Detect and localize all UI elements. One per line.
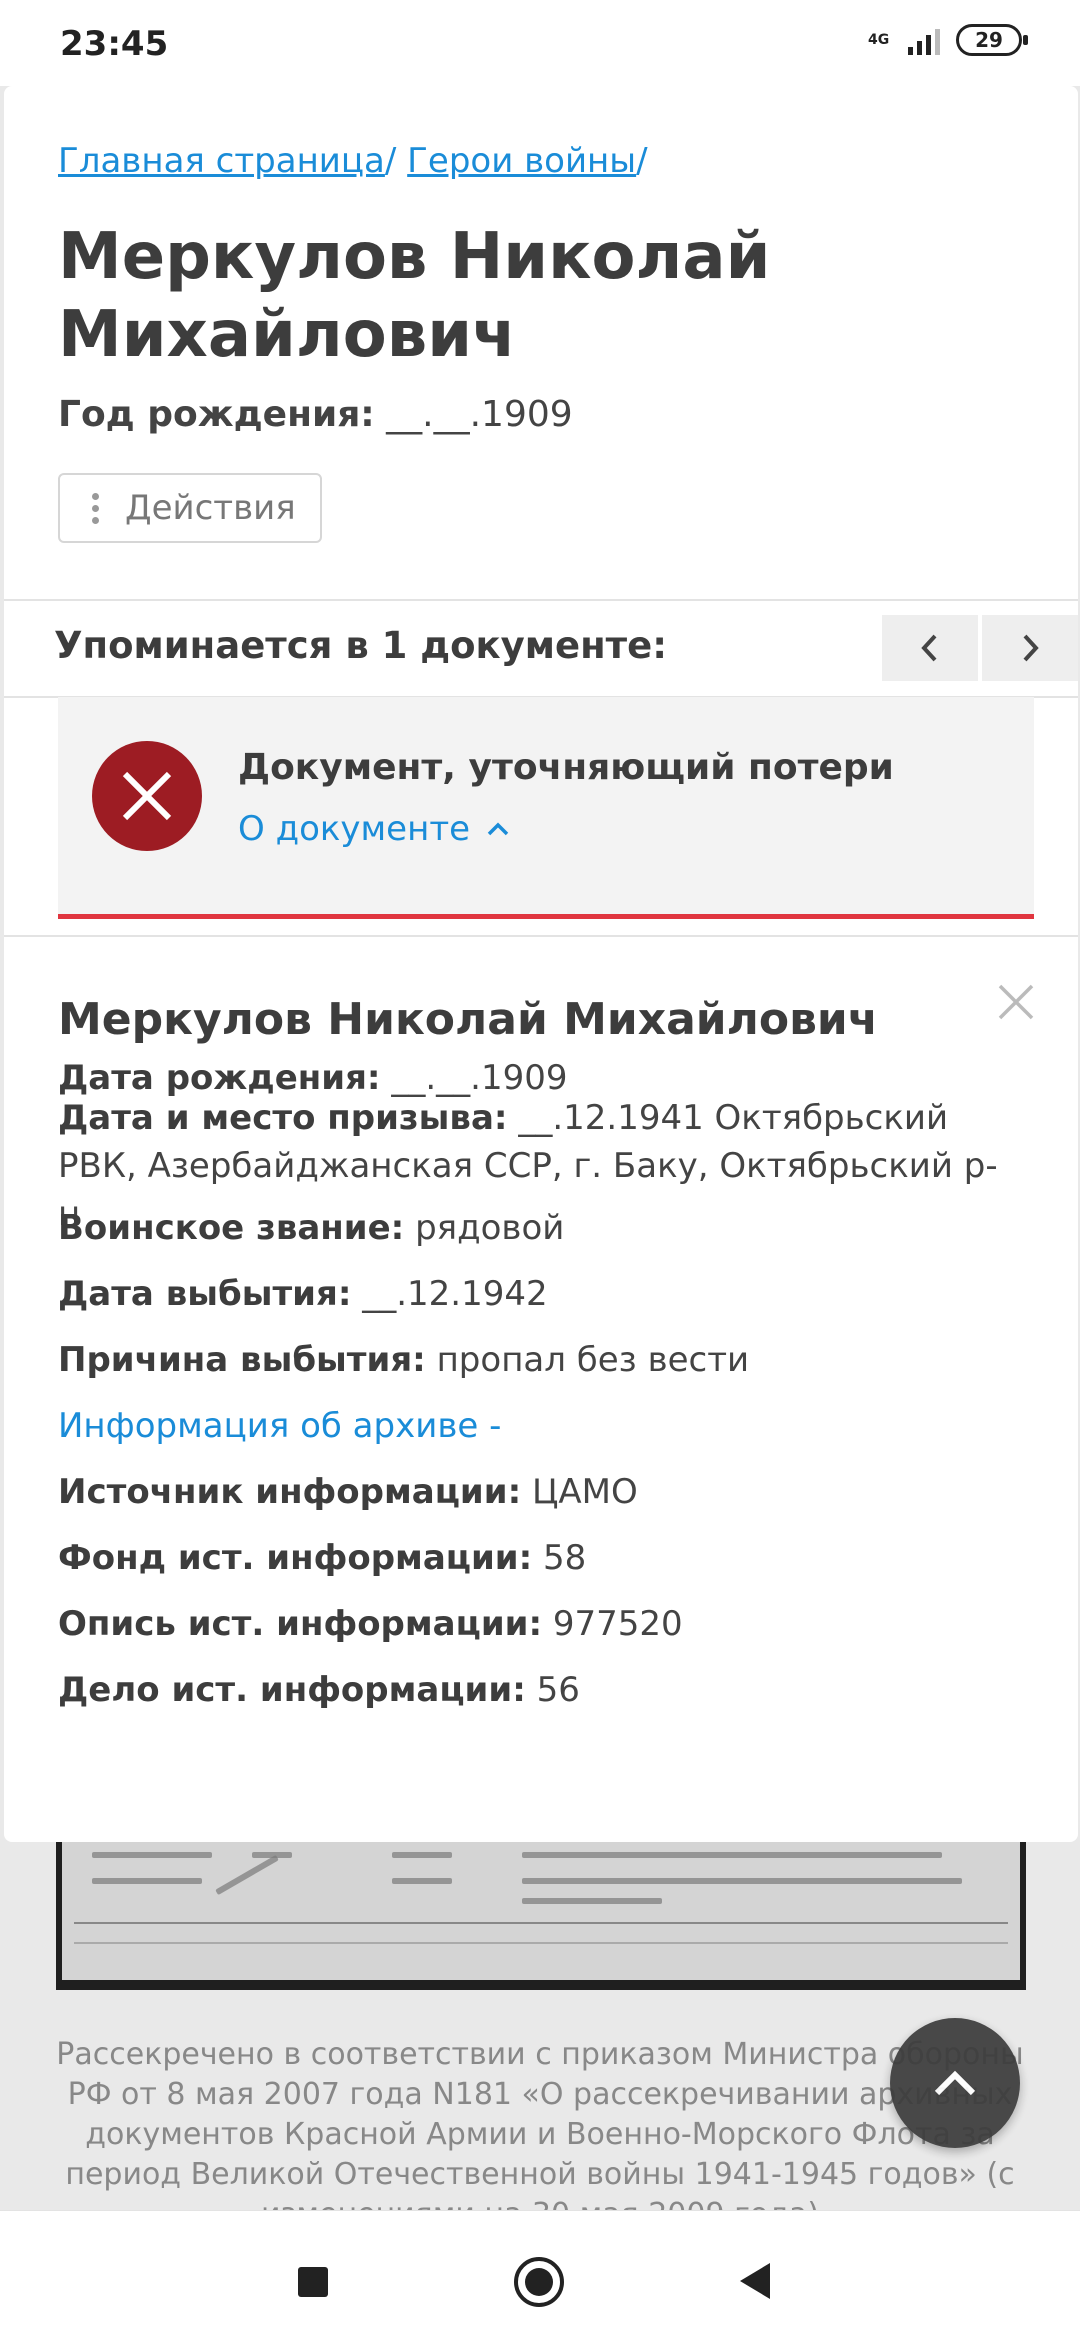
field-label: Воинское звание: — [58, 1208, 405, 1248]
field-label: Дата и место призыва: — [58, 1098, 508, 1138]
breadcrumb-separator: / — [636, 141, 648, 181]
document-card[interactable]: Документ, уточняющий потери О документе — [58, 697, 1034, 919]
archive-info-link[interactable]: Информация об архиве - — [58, 1398, 1038, 1454]
chevron-up-icon — [487, 822, 509, 836]
field-value: пропал без вести — [436, 1340, 750, 1380]
detail-departure-reason: Причина выбытия: пропал без вести — [58, 1332, 1038, 1388]
detail-rank: Воинское звание: рядовой — [58, 1200, 1038, 1256]
chevron-up-icon — [934, 2070, 976, 2096]
status-icons: 4G 29 — [868, 24, 1028, 56]
field-label: Дата рождения: — [58, 1058, 381, 1098]
system-nav-bar — [0, 2210, 1080, 2340]
divider — [4, 935, 1078, 937]
signal-icon — [908, 25, 940, 55]
recent-apps-icon[interactable] — [298, 2267, 328, 2297]
detail-departure-date: Дата выбытия: __.12.1942 — [58, 1266, 1038, 1322]
field-value: 58 — [543, 1538, 587, 1578]
actions-button[interactable]: Действия — [58, 473, 322, 543]
field-value: __.12.1942 — [362, 1274, 548, 1314]
back-icon[interactable] — [740, 2263, 770, 2299]
field-value: __.__.1909 — [391, 1058, 568, 1098]
about-document-label: О документе — [238, 809, 471, 849]
detail-fond: Фонд ист. информации: 58 — [58, 1530, 1038, 1586]
breadcrumb-home-link[interactable]: Главная страница — [58, 141, 385, 181]
home-icon[interactable] — [514, 2257, 564, 2307]
hero-panel: Главная страница/ Герои войны/ Меркулов … — [4, 86, 1078, 1842]
birth-year-label: Год рождения: — [58, 394, 375, 435]
document-title: Документ, уточняющий потери — [238, 747, 894, 788]
field-label: Дата выбытия: — [58, 1274, 352, 1314]
divider — [4, 599, 1078, 601]
battery-icon: 29 — [956, 24, 1028, 56]
breadcrumb: Главная страница/ Герои войны/ — [58, 141, 648, 181]
field-label: Дело ист. информации: — [58, 1670, 526, 1710]
field-value: рядовой — [415, 1208, 565, 1248]
page-title: Меркулов Николай Михайлович — [58, 220, 771, 372]
x-circle-icon — [92, 741, 202, 851]
status-bar: 23:45 4G 29 — [0, 0, 1080, 86]
about-document-link[interactable]: О документе — [238, 809, 510, 849]
mentions-heading: Упоминается в 1 документе: — [54, 624, 668, 667]
next-document-button[interactable] — [982, 615, 1078, 681]
status-time: 23:45 — [60, 24, 169, 64]
chevron-left-icon — [921, 634, 937, 662]
breadcrumb-heroes-link[interactable]: Герои войны — [407, 141, 636, 181]
detail-source: Источник информации: ЦАМО — [58, 1464, 1038, 1520]
actions-button-label: Действия — [125, 488, 296, 528]
field-label: Опись ист. информации: — [58, 1604, 543, 1644]
declassified-notice: Рассекречено в соответствии с приказом М… — [56, 2037, 1023, 2232]
prev-document-button[interactable] — [882, 615, 978, 681]
birth-year: Год рождения: __.__.1909 — [58, 394, 573, 435]
close-icon[interactable] — [996, 982, 1036, 1022]
chevron-right-icon — [1023, 634, 1039, 662]
field-label: Причина выбытия: — [58, 1340, 426, 1380]
detail-case: Дело ист. информации: 56 — [58, 1662, 1038, 1718]
network-type: 4G — [868, 32, 890, 48]
field-label: Фонд ист. информации: — [58, 1538, 533, 1578]
person-name: Меркулов Николай Михайлович — [58, 994, 878, 1045]
scroll-to-top-button[interactable] — [890, 2018, 1020, 2148]
kebab-icon — [92, 492, 99, 524]
field-value: 977520 — [552, 1604, 683, 1644]
document-scan-image[interactable] — [56, 1842, 1026, 1990]
field-value: ЦАМО — [531, 1472, 638, 1512]
birth-year-value: __.__.1909 — [386, 394, 573, 435]
detail-inventory: Опись ист. информации: 977520 — [58, 1596, 1038, 1652]
field-value: 56 — [536, 1670, 580, 1710]
field-label: Источник информации: — [58, 1472, 522, 1512]
breadcrumb-separator: / — [384, 141, 397, 181]
